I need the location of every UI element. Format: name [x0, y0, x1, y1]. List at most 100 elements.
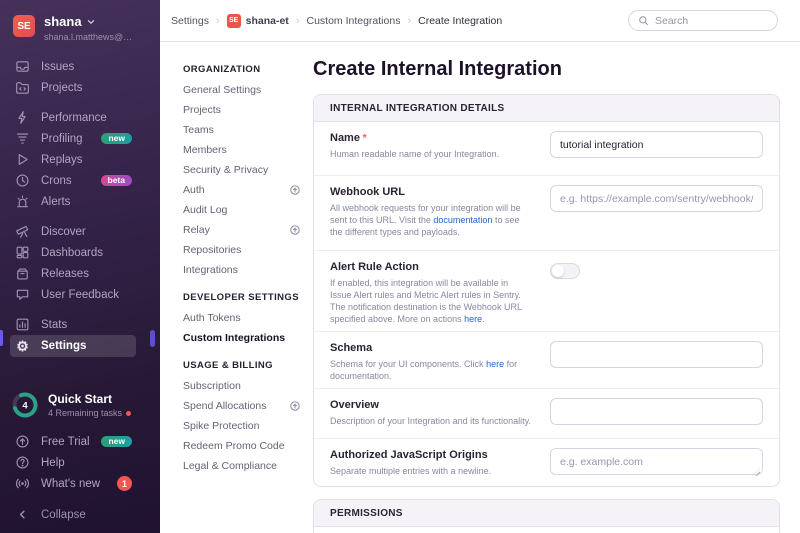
quick-start[interactable]: 4 Quick Start 4 Remaining tasks — [0, 392, 160, 431]
sidebar-item-help[interactable]: Help — [0, 452, 160, 473]
breadcrumb: Settings › SE shana-et › Custom Integrat… — [171, 14, 502, 28]
breadcrumb-custom-integrations[interactable]: Custom Integrations — [306, 15, 400, 27]
sidebar-item-issues[interactable]: Issues — [0, 56, 160, 77]
search-input[interactable] — [655, 15, 768, 27]
webhook-url-input[interactable] — [550, 185, 763, 212]
sidebar-item-label: Profiling — [41, 133, 83, 145]
alert-rule-action-toggle[interactable] — [550, 263, 580, 279]
discover-icon — [15, 224, 30, 239]
settings-nav-relay[interactable]: Relay — [183, 220, 295, 240]
sidebar-footer: 4 Quick Start 4 Remaining tasks Free Tri… — [0, 392, 160, 533]
settings-nav-audit-log[interactable]: Audit Log — [183, 200, 295, 220]
sidebar-item-label: Stats — [41, 319, 67, 331]
nav-divider — [0, 212, 160, 221]
sidebar-item-label: Crons — [41, 175, 72, 187]
org-avatar: SE — [13, 15, 35, 37]
sidebar-item-label: Projects — [41, 82, 83, 94]
settings-nav-general-settings[interactable]: General Settings — [183, 80, 295, 100]
breadcrumb-settings[interactable]: Settings — [171, 15, 209, 27]
replays-icon — [15, 152, 30, 167]
upsell-icon — [289, 400, 301, 412]
settings-nav-spend-allocations[interactable]: Spend Allocations — [183, 396, 295, 416]
stats-icon — [15, 317, 30, 332]
releases-icon — [15, 266, 30, 281]
issues-icon — [15, 59, 30, 74]
help-icon — [15, 455, 30, 470]
sidebar-item-projects[interactable]: Projects — [0, 77, 160, 98]
settings-nav-legal-compliance[interactable]: Legal & Compliance — [183, 456, 295, 476]
sidebar-item-label: Replays — [41, 154, 83, 166]
notification-dot — [126, 411, 131, 416]
user-email: shana.l.matthews@… — [44, 32, 132, 42]
sidebar-item-label: Performance — [41, 112, 107, 124]
quick-start-label: Quick Start — [48, 392, 131, 406]
overview-input[interactable] — [550, 398, 763, 425]
sidebar-item-profiling[interactable]: Profiling new — [0, 128, 160, 149]
primary-nav: Issues Projects Performance Profiling ne… — [0, 50, 160, 357]
sidebar-item-settings[interactable]: ⚙ Settings — [10, 335, 136, 357]
here-link[interactable]: here — [464, 314, 482, 324]
settings-nav-subscription[interactable]: Subscription — [183, 376, 295, 396]
quick-start-subtitle: 4 Remaining tasks — [48, 408, 131, 418]
search-box[interactable] — [628, 10, 778, 31]
name-input[interactable] — [550, 131, 763, 158]
breadcrumb-org[interactable]: SE shana-et — [227, 14, 289, 28]
sidebar-item-label: Releases — [41, 268, 89, 280]
sidebar-item-user-feedback[interactable]: User Feedback — [0, 284, 160, 305]
documentation-link[interactable]: documentation — [433, 215, 492, 225]
settings-nav-projects[interactable]: Projects — [183, 100, 295, 120]
settings-nav-integrations[interactable]: Integrations — [183, 260, 295, 280]
settings-nav: ORGANIZATION General Settings Projects T… — [160, 42, 313, 533]
main-sidebar: SE shana shana.l.matthews@… Issues Proje… — [0, 0, 160, 533]
crons-icon — [15, 173, 30, 188]
sidebar-item-crons[interactable]: Crons beta — [0, 170, 160, 191]
settings-nav-repositories[interactable]: Repositories — [183, 240, 295, 260]
settings-nav-members[interactable]: Members — [183, 140, 295, 160]
here-link[interactable]: here — [486, 359, 504, 369]
org-switcher[interactable]: SE shana shana.l.matthews@… — [0, 0, 160, 50]
settings-nav-section-header: USAGE & BILLING — [183, 356, 313, 376]
top-bar: Settings › SE shana-et › Custom Integrat… — [160, 0, 800, 42]
sidebar-item-dashboards[interactable]: Dashboards — [0, 242, 160, 263]
panel-header: INTERNAL INTEGRATION DETAILS — [314, 95, 779, 122]
sidebar-item-label: User Feedback — [41, 289, 119, 301]
sidebar-collapse-button[interactable]: Collapse — [0, 504, 160, 525]
sidebar-item-performance[interactable]: Performance — [0, 107, 160, 128]
settings-nav-redeem-promo-code[interactable]: Redeem Promo Code — [183, 436, 295, 456]
settings-nav-auth-tokens[interactable]: Auth Tokens — [183, 308, 295, 328]
sidebar-item-stats[interactable]: Stats — [0, 314, 160, 335]
user-feedback-icon — [15, 287, 30, 302]
performance-icon — [15, 110, 30, 125]
settings-nav-section-header: DEVELOPER SETTINGS — [183, 288, 313, 308]
integration-details-panel: INTERNAL INTEGRATION DETAILS Name Human … — [313, 94, 780, 487]
schema-field-row: Schema Schema for your UI components. Cl… — [314, 332, 779, 389]
name-help: Human readable name of your Integration. — [330, 148, 499, 160]
webhook-url-help: All webhook requests for your integratio… — [330, 202, 532, 238]
overview-help: Description of your Integration and its … — [330, 415, 531, 427]
settings-nav-section-header: ORGANIZATION — [183, 60, 313, 80]
alert-rule-action-label: Alert Rule Action — [330, 260, 532, 275]
settings-nav-teams[interactable]: Teams — [183, 120, 295, 140]
authorized-js-origins-label: Authorized JavaScript Origins — [330, 448, 491, 463]
settings-nav-spike-protection[interactable]: Spike Protection — [183, 416, 295, 436]
breadcrumb-create-integration: Create Integration — [418, 15, 502, 27]
sidebar-item-label: Dashboards — [41, 247, 103, 259]
settings-nav-security-privacy[interactable]: Security & Privacy — [183, 160, 295, 180]
settings-nav-custom-integrations[interactable]: Custom Integrations — [183, 328, 295, 348]
sidebar-item-label: Alerts — [41, 196, 70, 208]
sidebar-item-whats-new[interactable]: What's new 1 — [0, 473, 160, 494]
schema-input[interactable] — [550, 341, 763, 368]
chevron-down-icon — [86, 17, 96, 27]
gear-icon: ⚙ — [15, 339, 30, 354]
sidebar-item-releases[interactable]: Releases — [0, 263, 160, 284]
sidebar-item-discover[interactable]: Discover — [0, 221, 160, 242]
active-nav-indicator-right — [150, 330, 155, 347]
sidebar-item-alerts[interactable]: Alerts — [0, 191, 160, 212]
page-title: Create Internal Integration — [313, 58, 780, 81]
sidebar-item-label: Help — [41, 457, 65, 469]
webhook-url-label: Webhook URL — [330, 185, 532, 200]
sidebar-item-replays[interactable]: Replays — [0, 149, 160, 170]
settings-nav-auth[interactable]: Auth — [183, 180, 295, 200]
sidebar-item-free-trial[interactable]: Free Trial new — [0, 431, 160, 452]
authorized-js-origins-textarea[interactable] — [550, 448, 763, 475]
